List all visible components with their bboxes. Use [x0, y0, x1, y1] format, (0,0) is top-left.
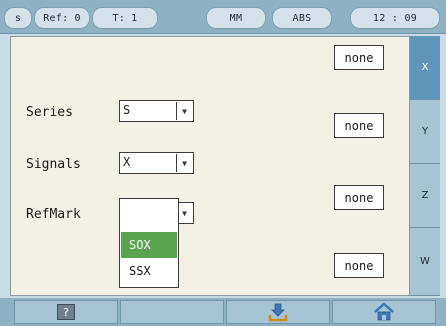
axis-w-value-text: none: [344, 258, 374, 273]
refmark-option-sox-label: SOX: [129, 238, 151, 252]
series-value: S: [123, 103, 131, 117]
settings-panel: none none none none Series S ▼ Signals X…: [10, 36, 410, 296]
mode-indicator: s: [4, 7, 32, 29]
tab-axis-z-label: Z: [421, 190, 429, 201]
axis-x-value[interactable]: none: [334, 45, 384, 70]
tab-axis-z[interactable]: Z: [410, 164, 440, 228]
units-text: MM: [229, 12, 243, 24]
axis-x-value-text: none: [344, 50, 374, 65]
tab-axis-y[interactable]: Y: [410, 100, 440, 164]
axis-y-value[interactable]: none: [334, 113, 384, 138]
tab-axis-x-label: X: [421, 62, 429, 73]
refmark-option-ssx[interactable]: SSX: [121, 258, 177, 284]
tab-axis-w[interactable]: W: [410, 228, 440, 296]
chevron-down-icon[interactable]: ▼: [176, 102, 192, 120]
position-mode-text: ABS: [292, 12, 312, 24]
series-label: Series: [26, 105, 73, 120]
help-icon: ?: [57, 304, 75, 320]
ref-label: Ref:: [43, 12, 69, 24]
signals-label: Signals: [26, 157, 81, 172]
ref-value: 0: [74, 12, 81, 24]
axis-y-value-text: none: [344, 118, 374, 133]
clock: 12 : 09: [350, 7, 440, 29]
refmark-option-ssx-label: SSX: [129, 264, 151, 278]
refmark-options-list: SOX SSX: [119, 198, 179, 288]
download-button[interactable]: [226, 300, 330, 324]
home-button[interactable]: [332, 300, 436, 324]
signals-dropdown[interactable]: X ▼: [119, 152, 194, 174]
refmark-label: RefMark: [26, 207, 81, 222]
tab-axis-y-label: Y: [421, 126, 429, 137]
help-button[interactable]: ?: [14, 300, 118, 324]
position-mode-indicator: ABS: [272, 7, 332, 29]
empty-softkey[interactable]: [120, 300, 224, 324]
signals-value: X: [123, 155, 131, 169]
tab-axis-x[interactable]: X: [410, 36, 440, 100]
tool-value: 1: [131, 12, 138, 24]
download-icon: [268, 303, 288, 322]
axis-w-value[interactable]: none: [334, 253, 384, 278]
axis-tab-bar: X Y Z W: [410, 36, 440, 296]
chevron-down-icon[interactable]: ▼: [176, 154, 192, 172]
units-indicator: MM: [206, 7, 266, 29]
tab-axis-w-label: W: [420, 256, 430, 267]
tool-label: T:: [112, 12, 126, 24]
mode-text: s: [14, 12, 22, 24]
status-bar: s Ref: 0 T: 1 MM ABS 12 : 09: [0, 0, 446, 34]
softkey-bar: ?: [0, 298, 446, 326]
axis-z-value-text: none: [344, 190, 374, 205]
ref-indicator: Ref: 0: [34, 7, 90, 29]
tool-indicator: T: 1: [92, 7, 158, 29]
series-dropdown[interactable]: S ▼: [119, 100, 194, 122]
clock-text: 12 : 09: [372, 12, 418, 24]
refmark-option-sox[interactable]: SOX: [121, 232, 177, 258]
axis-z-value[interactable]: none: [334, 185, 384, 210]
home-icon: [374, 302, 394, 321]
